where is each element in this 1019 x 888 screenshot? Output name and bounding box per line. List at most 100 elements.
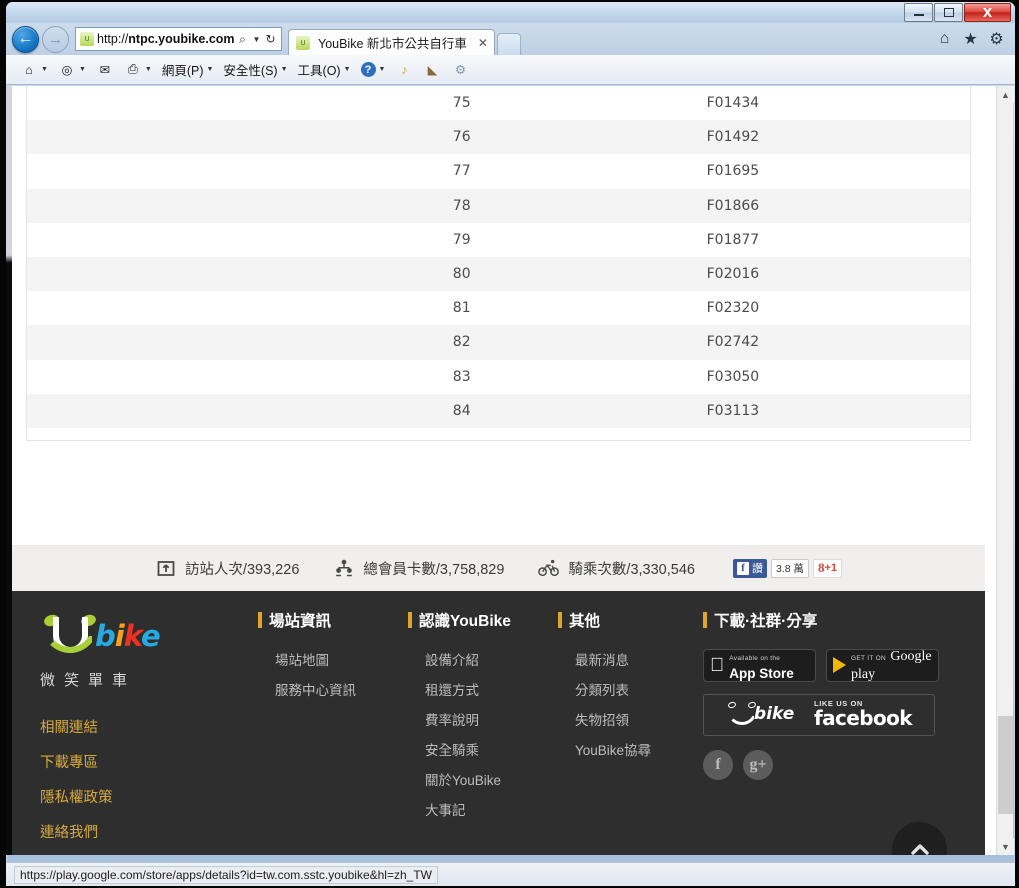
footer-heading-label: 其他 [569, 612, 601, 630]
facebook-round-icon[interactable]: f [703, 749, 733, 780]
cmd-gear-button[interactable]: ⚙ [447, 59, 473, 81]
close-button[interactable]: X [964, 3, 1011, 22]
table-row[interactable]: 80 F02016 [27, 256, 970, 292]
row-number: 83 [452, 368, 471, 385]
stat-members: 總會員卡數/3,758,829 [333, 557, 504, 579]
social-round-buttons: f g+ [703, 749, 993, 780]
ubike-mini-logo: bike [726, 700, 804, 728]
footer-link-service-center[interactable]: 服務中心資訊 [258, 679, 408, 699]
table-row[interactable]: 84 F03113 [27, 393, 970, 428]
row-number: 78 [452, 197, 471, 214]
cmd-page-menu[interactable]: 網頁(P) ▼ [158, 58, 218, 81]
footer-column-download-social: 下載·社群·分享  Available on the App Store [703, 609, 993, 855]
footer-link-rates[interactable]: 費率說明 [408, 709, 558, 729]
bike-id-table: 75 F01434 76 F01492 77 F01695 78 F01866 … [26, 86, 971, 441]
facebook-like-button[interactable]: f 讚 [732, 558, 767, 578]
chevron-down-icon: ▼ [378, 66, 386, 73]
footer-link-about[interactable]: 關於YouBike [408, 769, 558, 789]
table-row[interactable]: 76 F01492 [27, 120, 970, 155]
back-button[interactable]: ← [12, 25, 39, 53]
table-row[interactable]: 82 F02742 [27, 325, 970, 360]
cmd-addon-button[interactable]: ◣ [419, 59, 445, 81]
google-plus-round-icon[interactable]: g+ [743, 749, 773, 780]
vertical-scrollbar[interactable]: ▲ ▼ [996, 86, 1014, 855]
table-row[interactable]: 75 F01434 [27, 86, 970, 120]
chevron-down-icon: ▼ [206, 66, 214, 73]
footer-link-station-map[interactable]: 場站地圖 [258, 649, 408, 669]
table-row[interactable]: 78 F01866 [27, 188, 970, 223]
footer-link-categories[interactable]: 分類列表 [558, 679, 703, 699]
logo-smile-shape [727, 708, 758, 725]
footer-link-milestones[interactable]: 大事記 [408, 799, 558, 819]
footer-columns: bike 微笑單車 相關連結 下載專區 隱私權政策 連絡我們 會員條款 [12, 609, 985, 855]
refresh-icon[interactable]: ↻ [262, 32, 279, 46]
youbike-logo: bike [40, 613, 190, 661]
cmd-help-menu[interactable]: ? ▼ [357, 60, 390, 79]
google-play-badge[interactable]: GET IT ON Google play [826, 648, 939, 682]
google-play-sub: GET IT ON [851, 655, 886, 663]
scroll-up-icon[interactable]: ▲ [997, 86, 1014, 103]
footer-link-contact[interactable]: 連絡我們 [40, 821, 258, 842]
forward-button[interactable]: → [42, 25, 69, 53]
facebook-like-count: 3.8 萬 [770, 558, 809, 578]
logo-smile-shape [42, 623, 98, 653]
footer-link-news[interactable]: 最新消息 [558, 649, 703, 669]
tab-youbike[interactable]: U YouBike 新北市公共自行車 ✕ [288, 29, 495, 55]
chevron-down-icon[interactable]: ▼ [251, 35, 262, 44]
stat-rides-label: 騎乘次數/3,330,546 [568, 561, 695, 578]
footer-link-equipment[interactable]: 設備介紹 [408, 649, 558, 669]
heading-bar-icon [703, 611, 707, 628]
cmd-messenger-button[interactable]: ♪ [391, 59, 417, 81]
help-icon: ? [360, 62, 376, 77]
cmd-safety-menu[interactable]: 安全性(S) ▼ [219, 58, 291, 81]
footer-link-bike-search[interactable]: YouBike協尋 [558, 739, 703, 759]
cmd-home-button[interactable]: ⌂ ▼ [16, 59, 52, 81]
minimize-button[interactable] [904, 3, 933, 22]
scroll-down-icon[interactable]: ▼ [997, 838, 1014, 855]
table-row[interactable]: 83 F03050 [27, 360, 970, 394]
tab-close-icon[interactable]: ✕ [478, 36, 488, 50]
footer-link-safe-riding[interactable]: 安全騎乘 [408, 739, 558, 759]
viewport-left-edge [6, 86, 12, 855]
window-controls: X [904, 3, 1011, 22]
cmd-tools-menu[interactable]: 工具(O) ▼ [294, 58, 355, 81]
address-bar[interactable]: U http://ntpc.youbike.com.tw/cl ⌕ ▼ ↻ [75, 27, 282, 51]
row-number: 75 [452, 95, 471, 112]
footer-heading: 下載·社群·分享 [703, 609, 993, 631]
cmd-print-button[interactable]: ⎙ ▼ [120, 59, 156, 81]
members-icon [333, 557, 355, 579]
scrollbar-thumb[interactable] [998, 716, 1013, 814]
social-share-group: f 讚 3.8 萬 8 +1 [732, 558, 843, 578]
play-triangle-icon [833, 657, 846, 674]
favorites-star-icon[interactable]: ★ [962, 31, 979, 48]
addon-icon: ◣ [427, 63, 438, 77]
table-row[interactable]: 77 F01695 [27, 154, 970, 188]
facebook-page-banner[interactable]: bike LIKE US ON facebook [703, 693, 935, 736]
page-viewport: 75 F01434 76 F01492 77 F01695 78 F01866 … [12, 86, 1002, 855]
row-number: 84 [452, 402, 471, 419]
google-plus-label: +1 [824, 562, 838, 575]
row-bike-id: F03050 [706, 368, 760, 385]
table-row[interactable]: 81 F02320 [27, 291, 970, 325]
footer-link-rental[interactable]: 租還方式 [408, 679, 558, 699]
footer-brand-links: 相關連結 下載專區 隱私權政策 連絡我們 會員條款 [40, 716, 258, 855]
address-favicon: U [80, 32, 94, 46]
footer-link-lost-and-found[interactable]: 失物招領 [558, 709, 703, 729]
footer-link-related[interactable]: 相關連結 [40, 716, 258, 737]
maximize-button[interactable] [934, 3, 963, 22]
cmd-feeds-button[interactable]: ◎ ▼ [54, 59, 90, 81]
settings-gear-icon[interactable]: ⚙ [988, 31, 1005, 48]
home-icon[interactable]: ⌂ [936, 30, 953, 48]
footer-link-privacy[interactable]: 隱私權政策 [40, 786, 258, 807]
search-icon[interactable]: ⌕ [234, 32, 251, 47]
google-plus-one-button[interactable]: 8 +1 [813, 558, 843, 578]
table-row[interactable]: 79 F01877 [27, 223, 970, 257]
app-store-badge[interactable]:  Available on the App Store [703, 648, 816, 682]
footer-link-downloads[interactable]: 下載專區 [40, 751, 258, 772]
site-stats-bar: 訪站人次/393,226 總會員卡數/3,758,829 騎乘次數/3,330,… [12, 544, 985, 591]
cmd-mail-button[interactable]: ✉ [92, 59, 118, 81]
new-tab-button[interactable] [496, 33, 521, 55]
status-url-text: https://play.google.com/store/apps/detai… [14, 865, 438, 884]
row-number: 82 [452, 334, 471, 351]
screen: X ← → U http://ntpc.youbike.com.tw/cl ⌕ … [0, 0, 1019, 888]
